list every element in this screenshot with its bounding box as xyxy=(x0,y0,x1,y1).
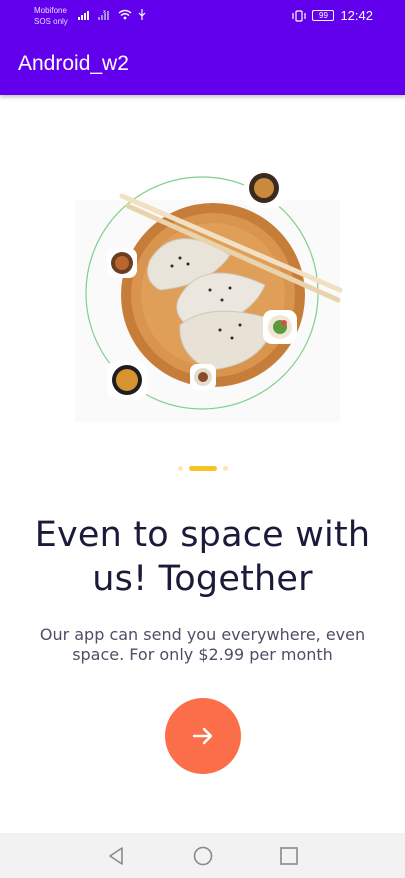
carrier-status: SOS only xyxy=(34,17,68,26)
vibrate-icon xyxy=(292,9,307,22)
app-title: Android_w2 xyxy=(18,52,129,75)
back-triangle-icon[interactable] xyxy=(104,844,128,868)
recents-square-icon[interactable] xyxy=(277,844,301,868)
wifi-icon xyxy=(118,9,132,20)
status-right: 99 12:42 xyxy=(292,8,373,23)
next-button[interactable] xyxy=(165,698,241,774)
arrow-right-icon xyxy=(192,727,213,745)
onboarding-subtitle: Our app can send you everywhere, even sp… xyxy=(20,625,385,665)
signal-icon xyxy=(78,11,89,20)
home-circle-icon[interactable] xyxy=(191,844,215,868)
time: 12:42 xyxy=(340,8,373,23)
dish-badge xyxy=(107,360,147,400)
svg-text:x: x xyxy=(103,9,106,15)
headline-line-2: us! Together xyxy=(92,559,313,599)
carrier-name: Mobifone xyxy=(34,6,67,15)
page-dot xyxy=(222,466,228,471)
page-dot xyxy=(177,466,183,471)
page-indicator xyxy=(0,466,405,471)
onboarding-headline: Even to space with us! Together xyxy=(20,513,385,601)
status-bar: Mobifone SOS only x 99 12:42 xyxy=(0,0,405,32)
subtitle-line-2: space. For only $2.99 per month xyxy=(72,645,333,664)
dumplings-illustration xyxy=(75,168,343,422)
page-dot-active xyxy=(188,466,217,471)
headline-line-1: Even to space with xyxy=(34,515,371,555)
signal-off-icon: x xyxy=(98,9,109,20)
app-bar: Android_w2 xyxy=(0,32,405,95)
dish-badge xyxy=(190,364,216,390)
signal-icons: x xyxy=(78,9,146,20)
battery-indicator: 99 xyxy=(312,10,335,21)
system-nav-bar xyxy=(0,833,405,878)
usb-icon xyxy=(138,9,146,20)
subtitle-line-1: Our app can send you everywhere, even xyxy=(39,625,366,644)
dish-badge xyxy=(263,310,297,344)
dish-badge xyxy=(244,168,284,208)
dish-badge xyxy=(107,248,137,278)
carrier-info: Mobifone SOS only xyxy=(34,5,68,27)
